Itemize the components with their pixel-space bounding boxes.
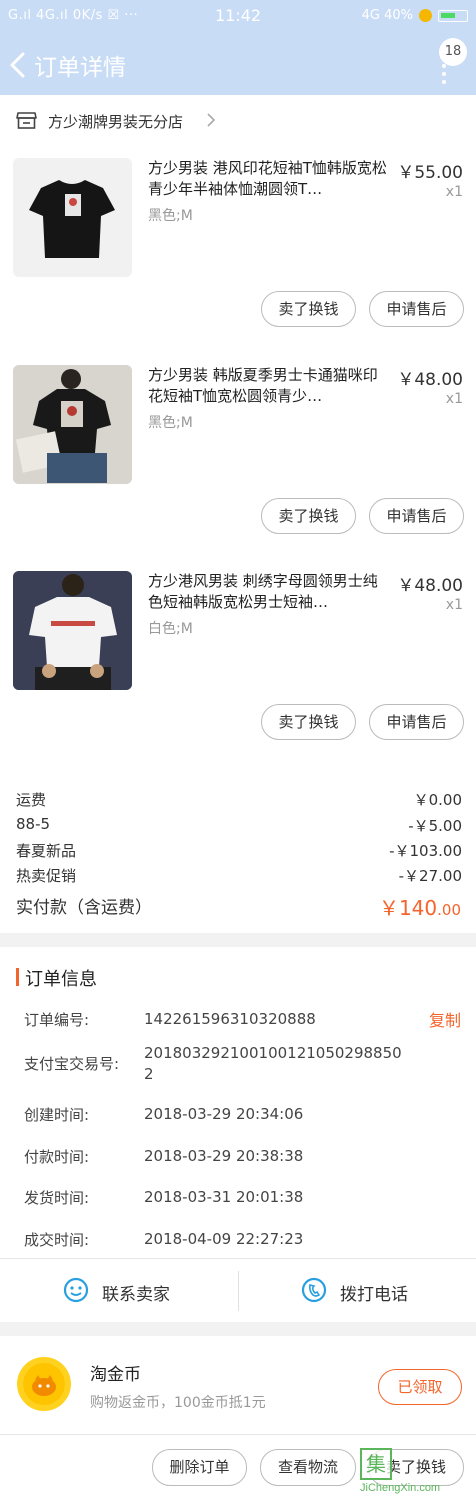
- info-label: 付款时间:: [24, 1148, 90, 1166]
- taobao-coins-row: 淘金币 购物返金币，100金币抵1元 已领取: [0, 1336, 476, 1433]
- delete-order-button[interactable]: 删除订单: [152, 1449, 247, 1486]
- fee-row-discount: 春夏新品 -￥103.00: [16, 840, 462, 861]
- watermark-site: JiChengXin.com: [360, 1482, 441, 1494]
- info-label: 成交时间:: [24, 1231, 90, 1249]
- info-value: 142261596310320888: [144, 1010, 316, 1028]
- after-sales-button[interactable]: 申请售后: [369, 498, 464, 534]
- item-price: ￥48.00: [397, 576, 463, 596]
- item-price: ￥48.00: [397, 370, 463, 390]
- info-value: 2018-03-29 20:34:06: [144, 1105, 304, 1123]
- fee-value: ￥0.00: [413, 791, 462, 809]
- order-item[interactable]: 方少男装 韩版夏季男士卡通猫咪印花短袖T恤宽松圆领青少… 黑色;M ￥48.00…: [0, 352, 476, 559]
- item-title[interactable]: 方少男装 港风印花短袖T恤韩版宽松青少年半袖体恤潮圆领T…: [148, 158, 390, 200]
- fee-value: -￥5.00: [408, 817, 462, 835]
- sell-button[interactable]: 卖了换钱: [261, 498, 356, 534]
- item-price: ￥55.00: [397, 163, 463, 183]
- contact-bar: 联系卖家 拨打电话: [0, 1258, 476, 1322]
- info-value: 2018-04-09 22:27:23: [144, 1230, 304, 1248]
- copy-button[interactable]: 复制: [429, 1007, 461, 1031]
- item-quantity: x1: [445, 184, 463, 200]
- fee-row-discount: 热卖促销 -￥27.00: [16, 865, 462, 886]
- shop-name[interactable]: 方少潮牌男装无分店: [48, 111, 183, 132]
- item-sku: 黑色;M: [148, 415, 193, 431]
- status-bar: G.ıl 4G.ıl 0K/s ☒ ··· 11:42 4G 40%: [0, 0, 476, 34]
- sell-button[interactable]: 卖了换钱: [261, 291, 356, 327]
- order-info-title: 订单信息: [25, 969, 97, 990]
- sell-button[interactable]: 卖了换钱: [261, 704, 356, 740]
- product-image[interactable]: [13, 571, 132, 690]
- shop-row[interactable]: 方少潮牌男装无分店: [0, 95, 476, 145]
- section-divider: [0, 933, 476, 947]
- coin-title: 淘金币: [90, 1365, 141, 1385]
- total-integer: 140: [398, 896, 438, 920]
- item-quantity: x1: [445, 597, 463, 613]
- message-badge[interactable]: 18: [439, 38, 467, 66]
- chevron-right-icon: [207, 113, 216, 127]
- item-title[interactable]: 方少男装 韩版夏季男士卡通猫咪印花短袖T恤宽松圆领青少…: [148, 365, 390, 407]
- store-icon: [16, 112, 37, 129]
- contact-seller-button[interactable]: 联系卖家: [0, 1259, 238, 1323]
- fee-label: 春夏新品: [16, 842, 77, 860]
- fee-value: -￥27.00: [398, 867, 462, 885]
- call-phone-label: 拨打电话: [340, 1285, 408, 1305]
- order-item[interactable]: 方少男装 港风印花短袖T恤韩版宽松青少年半袖体恤潮圆领T… 黑色;M ￥55.0…: [0, 145, 476, 352]
- charging-icon: [419, 9, 432, 22]
- section-accent-bar: [16, 968, 19, 986]
- status-bar-right: 4G 40%: [362, 8, 468, 23]
- vertical-dots-icon[interactable]: [441, 64, 447, 86]
- claimed-button[interactable]: 已领取: [378, 1369, 462, 1405]
- battery-icon: [438, 9, 468, 22]
- section-divider: [0, 1322, 476, 1336]
- item-sku: 黑色;M: [148, 208, 193, 224]
- total-label: 实付款（含运费）: [16, 898, 152, 918]
- contact-seller-label: 联系卖家: [102, 1285, 170, 1305]
- view-logistics-button[interactable]: 查看物流: [260, 1449, 356, 1486]
- watermark: 集 JiChengXin.com: [358, 1446, 474, 1498]
- chevron-left-icon[interactable]: [8, 52, 28, 78]
- chat-bubble-icon: [63, 1277, 89, 1303]
- phone-icon: [301, 1277, 327, 1303]
- total-currency: ￥: [378, 896, 399, 920]
- status-bar-battery-text: 4G 40%: [361, 8, 413, 23]
- nav-bar: 订单详情 18: [0, 34, 476, 95]
- info-value: 201803292100100121050298850 2: [144, 1044, 402, 1083]
- fee-label: 88-5: [16, 815, 51, 833]
- info-value: 2018-03-31 20:01:38: [144, 1188, 304, 1206]
- coin-description: 购物返金币，100金币抵1元: [90, 1395, 266, 1411]
- product-image[interactable]: [13, 365, 132, 484]
- fee-label: 热卖促销: [16, 867, 77, 885]
- item-sku: 白色;M: [148, 621, 193, 637]
- item-title[interactable]: 方少港风男装 刺绣字母圆领男士纯色短袖韩版宽松男士短袖…: [148, 571, 390, 613]
- after-sales-button[interactable]: 申请售后: [369, 291, 464, 327]
- page-title: 订单详情: [34, 55, 126, 81]
- item-quantity: x1: [445, 391, 463, 407]
- total-amount: ￥140.00: [379, 892, 461, 921]
- info-label: 支付宝交易号:: [24, 1055, 120, 1073]
- info-label: 订单编号:: [24, 1011, 90, 1029]
- fee-value: -￥103.00: [389, 842, 462, 860]
- info-value: 2018-03-29 20:38:38: [144, 1147, 304, 1165]
- total-decimal: .00: [437, 901, 461, 919]
- info-label: 创建时间:: [24, 1106, 90, 1124]
- header: G.ıl 4G.ıl 0K/s ☒ ··· 11:42 4G 40% 订单详情 …: [0, 0, 476, 95]
- fee-row-discount: 88-5 -￥5.00: [16, 815, 462, 835]
- call-phone-button[interactable]: 拨打电话: [239, 1259, 476, 1323]
- gold-coin-icon: [17, 1357, 71, 1411]
- after-sales-button[interactable]: 申请售后: [369, 704, 464, 740]
- info-label: 发货时间:: [24, 1189, 90, 1207]
- product-image[interactable]: [13, 158, 132, 277]
- order-item[interactable]: 方少港风男装 刺绣字母圆领男士纯色短袖韩版宽松男士短袖… 白色;M ￥48.00…: [0, 558, 476, 765]
- fee-label: 运费: [16, 791, 47, 809]
- watermark-logo: 集: [360, 1448, 392, 1480]
- fee-row-shipping: 运费 ￥0.00: [16, 789, 462, 810]
